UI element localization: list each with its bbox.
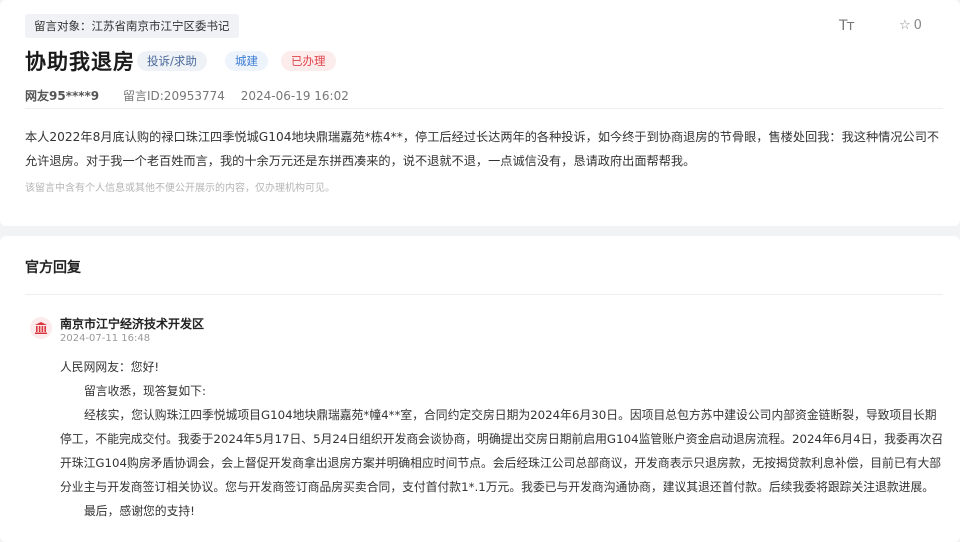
divider <box>25 108 943 109</box>
reply-org-name: 南京市江宁经济技术开发区 <box>60 317 205 331</box>
page-title: 协助我退房 <box>25 50 135 74</box>
status-badge: 已办理 <box>281 51 336 71</box>
reply-intro: 留言收悉，现答复如下: <box>84 384 206 398</box>
field-badge: 城建 <box>225 51 268 71</box>
favorite-button[interactable]: ☆ 0 <box>899 18 922 33</box>
reply-body: 人民网网友：您好! 留言收悉，现答复如下: 经核实，您认购珠江四季悦城项目G10… <box>60 355 947 523</box>
message-id: 留言ID:20953774 <box>122 89 225 103</box>
message-datetime: 2024-06-19 16:02 <box>240 89 349 103</box>
reply-heading: 官方回复 <box>25 260 81 276</box>
message-meta: 网友95****9 留言ID:20953774 2024-06-19 16:02 <box>25 87 349 104</box>
divider <box>25 294 943 295</box>
font-size-button[interactable]: Tт <box>839 18 855 34</box>
reply-date: 2024-07-11 16:48 <box>60 333 151 344</box>
font-size-icon: Tт <box>839 18 855 34</box>
privacy-notice: 该留言中含有个人信息或其他不便公开展示的内容，仅办理机构可见。 <box>25 183 335 194</box>
reply-greeting: 人民网网友：您好! <box>60 360 160 374</box>
message-card: 留言对象：江苏省南京市江宁区委书记 Tт ☆ 0 协助我退房 投诉/求助 城建 … <box>0 0 960 226</box>
reply-closing: 最后，感谢您的支持! <box>84 504 195 518</box>
type-badge: 投诉/求助 <box>137 51 207 71</box>
message-target: 留言对象：江苏省南京市江宁区委书记 <box>25 14 239 38</box>
star-icon: ☆ <box>899 18 911 33</box>
government-building-icon <box>30 317 52 339</box>
user-name: 网友95****9 <box>25 89 100 103</box>
message-content: 本人2022年8月底认购的禄口珠江四季悦城G104地块鼎瑞嘉苑*栋4**，停工后… <box>25 130 940 168</box>
favorite-count: 0 <box>913 18 922 33</box>
reply-card: 官方回复 南京市江宁经济技术开发区 2024-07-11 16:48 人民网网友… <box>0 236 960 542</box>
reply-detail: 经核实，您认购珠江四季悦城项目G104地块鼎瑞嘉苑*幢4**室，合同约定交房日期… <box>60 408 944 494</box>
